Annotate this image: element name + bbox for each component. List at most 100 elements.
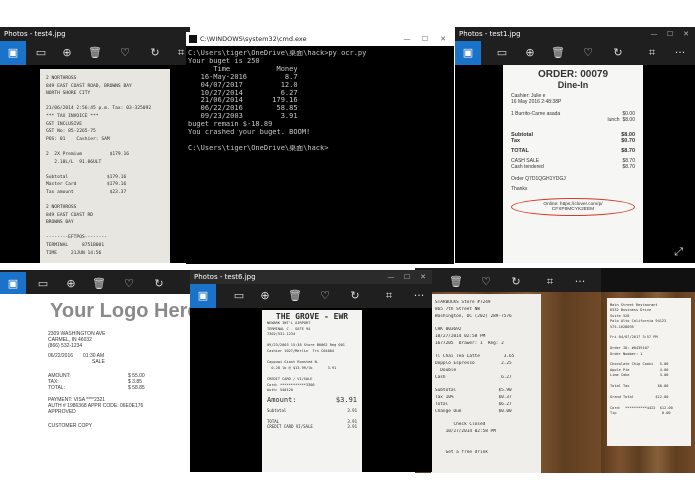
sale-label: SALE: [92, 359, 105, 365]
total-value: $ 58.85: [128, 385, 145, 391]
receipt-line: 865 7th Street NW: [435, 306, 480, 312]
rotate-icon[interactable]: ↻: [146, 272, 172, 296]
receipt-line: [435, 416, 537, 423]
receipt-line: *** TAX INVOICE ***: [46, 113, 99, 119]
receipt-photo: Main Street Restaurant 6332 Business Driv…: [607, 298, 691, 446]
window-title: Photos - test4.jpg: [0, 27, 190, 41]
minimize-button[interactable]: —: [384, 270, 398, 284]
photos-window-test1: Photos - test1.jpg — ☐ ✕ ▣ ▭ ⊕ 🗑 ♡ ↻ ⌗ ·…: [455, 27, 695, 263]
heart-icon[interactable]: ♡: [112, 41, 138, 65]
close-button[interactable]: ✕: [679, 27, 693, 41]
delete-icon[interactable]: 🗑: [443, 270, 469, 294]
receipt-line: Tax 10% $0.37: [435, 395, 512, 401]
console-line: 09/23/2003 3.91: [188, 113, 298, 121]
crop-icon[interactable]: ⌗: [537, 270, 563, 294]
desktop: Photos - test4.jpg ▣ ▭ ⊕ 🗑 ♡ ↻ ⌗ 2 NORTH…: [0, 0, 695, 494]
more-icon[interactable]: ···: [406, 284, 432, 308]
console-icon: [189, 35, 197, 43]
close-button[interactable]: ✕: [436, 32, 450, 46]
receipt-line: Check Closed: [435, 422, 486, 428]
more-icon[interactable]: ···: [667, 41, 693, 65]
photos-window-test4: Photos - test4.jpg ▣ ▭ ⊕ 🗑 ♡ ↻ ⌗ 2 NORTH…: [0, 27, 190, 263]
slideshow-icon[interactable]: ▭: [30, 272, 56, 296]
receipt-photo: THE GROVE - EWR NEWARK INT'L AIRPORT TERM…: [262, 310, 362, 472]
maximize-button[interactable]: ☐: [418, 32, 432, 46]
receipt-text: STARBUCKS Store #7249 865 7th Street NW Wa…: [435, 300, 537, 456]
more-icon[interactable]: ···: [567, 270, 593, 294]
console-output: C:\Users\tiger\OneDrive\桌面\hack>py ocr.p…: [188, 50, 450, 153]
photos-toolbar: ▣ ▭ ⊕ 🗑 ♡ ↻: [0, 272, 190, 296]
receipt-line: Subtotal $5.90: [435, 388, 512, 394]
receipt-line: Get a free drink: [435, 449, 488, 455]
heart-icon[interactable]: ♡: [575, 41, 601, 65]
delete-icon[interactable]: 🗑: [82, 41, 108, 65]
console-line: Time Money: [188, 65, 298, 73]
receipt-line: [46, 98, 164, 106]
rotate-icon[interactable]: ↻: [503, 270, 529, 294]
receipt-line: Master Card $179.16: [46, 182, 127, 188]
receipt-line: 849 EAST COAST ROAD, BROWNS BAY: [46, 83, 132, 89]
receipt-line: Washington, DC (202) 289-7576: [435, 313, 512, 319]
maximize-button[interactable]: ☐: [663, 27, 677, 41]
close-button[interactable]: ✕: [416, 270, 430, 284]
cash-tendered-row: Cash tendered $8.70: [511, 164, 635, 170]
zoom-icon[interactable]: ⊕: [517, 41, 543, 65]
photo-viewer: Your Logo Here 2309 WASHINGTON AVE CARME…: [0, 294, 190, 472]
rotate-icon[interactable]: ↻: [605, 41, 631, 65]
minimize-button[interactable]: —: [647, 27, 661, 41]
order-type: Dine-In: [557, 80, 589, 90]
payment-label: CREDIT CARD VI/SALE: [267, 423, 313, 429]
delete-icon[interactable]: 🗑: [86, 272, 112, 296]
image-icon[interactable]: ▣: [0, 272, 26, 296]
crop-icon[interactable]: ⌗: [376, 284, 402, 308]
slideshow-icon[interactable]: ▭: [226, 284, 252, 308]
receipt-line: 10/27/2014 02:58 PM: [435, 333, 486, 339]
image-icon[interactable]: ▣: [0, 41, 26, 65]
slideshow-icon[interactable]: ▭: [28, 41, 54, 65]
receipt-line: [46, 227, 164, 235]
heart-icon[interactable]: ♡: [312, 284, 338, 308]
receipt-line: GST No: 85-2265-75: [46, 129, 96, 135]
image-icon[interactable]: ▣: [190, 284, 216, 308]
console-line: 04/07/2017 12.0: [188, 81, 298, 89]
cmd-title: C:\WINDOWS\system32\cmd.exe: [200, 35, 307, 43]
photos-window-starbucks: 🗑 ♡ ↻ ⌗ ··· STARBUCKS Store #7249 865 7th…: [415, 268, 601, 473]
rotate-icon[interactable]: ↻: [142, 41, 168, 65]
subtotal-row: Subtotal 3.91: [267, 408, 357, 413]
receipt-line: GST INCLUSIVE: [46, 121, 82, 127]
receipt-photo: STARBUCKS Store #7249 865 7th Street NW Wa…: [431, 294, 541, 473]
heart-icon[interactable]: ♡: [473, 270, 499, 294]
zoom-icon[interactable]: ⊕: [252, 284, 278, 308]
receipt-line: 2 NORTHROSS: [46, 76, 77, 81]
zoom-icon[interactable]: ⊕: [54, 41, 80, 65]
receipt-line: Change Due $0.00: [435, 408, 512, 414]
photo-viewer: ORDER: 00079 Dine-In Cashier: Julie e 16…: [455, 65, 695, 263]
rotate-icon[interactable]: ↻: [342, 284, 368, 308]
delete-icon[interactable]: 🗑: [282, 284, 308, 308]
photos-window-test6: Photos - test6.jpg — ☐ ✕ ▣ ▭ ⊕ 🗑 ♡ ↻ ⌗ ·…: [190, 270, 432, 472]
receipt-line: 10/27/2014 02:58 PM: [435, 429, 496, 435]
receipt-line: TIME 21JUN 14:56: [46, 250, 102, 256]
slideshow-icon[interactable]: ▭: [489, 41, 515, 65]
receipt-line: [435, 443, 537, 450]
receipt-line: [435, 382, 537, 389]
photos-window-mainst: Main Street Restaurant 6332 Business Driv…: [601, 268, 695, 473]
image-icon[interactable]: ▣: [455, 41, 481, 65]
maximize-button[interactable]: ☐: [400, 270, 414, 284]
console-line: Your buget is 250: [188, 57, 260, 65]
delete-icon[interactable]: 🗑: [545, 41, 571, 65]
heart-icon[interactable]: ♡: [116, 272, 142, 296]
zoom-icon[interactable]: ⊕: [58, 272, 84, 296]
console-line: C:\Users\tiger\OneDrive\桌面\hack>py ocr.p…: [188, 50, 367, 57]
receipt-line: Dopplo Espresso 2.25: [435, 361, 512, 367]
photos-toolbar: ▣ ▭ ⊕ 🗑 ♡ ↻ ⌗: [0, 41, 190, 65]
receipt-line: NORTH SHORE CITY: [46, 91, 91, 97]
receipt-photo: Your Logo Here 2309 WASHINGTON AVE CARME…: [0, 294, 190, 472]
minimize-button[interactable]: —: [400, 32, 414, 46]
crop-icon[interactable]: ⌗: [639, 41, 665, 65]
photo-viewer: THE GROVE - EWR NEWARK INT'L AIRPORT TERM…: [190, 308, 432, 472]
console-line: You crashed your buget. BOOM!: [188, 129, 311, 137]
receipt-line: CHK 003692: [435, 327, 462, 333]
expand-icon[interactable]: ⤢: [674, 245, 683, 259]
